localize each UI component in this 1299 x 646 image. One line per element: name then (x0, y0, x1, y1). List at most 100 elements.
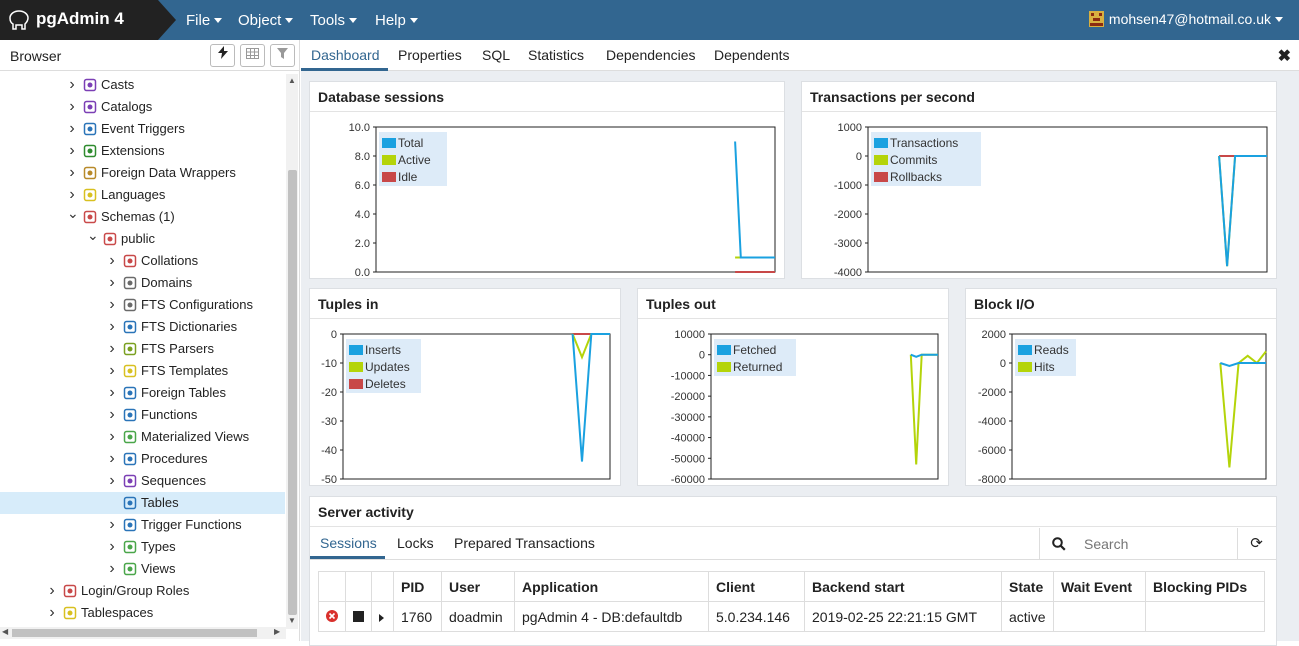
chevron-right-icon[interactable]: › (107, 338, 117, 360)
tree-node[interactable]: › Tablespaces (0, 602, 285, 624)
tree-node[interactable]: Tables (0, 492, 285, 514)
tree-vertical-scrollbar[interactable]: ▲ ▼ (286, 74, 298, 629)
tree-node[interactable]: › Languages (0, 184, 285, 206)
chevron-right-icon[interactable]: › (107, 514, 117, 536)
tree-node[interactable]: ⌄ public (0, 227, 285, 250)
tab-prepared-transactions[interactable]: Prepared Transactions (454, 535, 595, 551)
tree-node-label: FTS Parsers (141, 341, 214, 356)
tree-horizontal-scrollbar[interactable]: ◀ ▶ (0, 627, 286, 639)
col-wait-event[interactable]: Wait Event (1053, 571, 1146, 602)
chevron-right-icon[interactable]: › (47, 580, 57, 602)
tree-node[interactable]: › FTS Templates (0, 360, 285, 382)
tree-node[interactable]: ⌄ Schemas (1) (0, 205, 285, 228)
chevron-right-icon[interactable]: › (107, 536, 117, 558)
search-box[interactable] (1039, 528, 1237, 560)
chevron-right-icon[interactable]: › (107, 382, 117, 404)
tree-node[interactable]: › Views (0, 558, 285, 580)
tab-sessions[interactable]: Sessions (320, 535, 377, 551)
schemas-icon (83, 210, 97, 224)
chevron-right-icon[interactable]: › (67, 118, 77, 140)
chevron-right-icon[interactable]: › (107, 250, 117, 272)
tree-node[interactable]: › Collations (0, 250, 285, 272)
tab-sql[interactable]: SQL (482, 47, 510, 63)
chevron-right-icon[interactable]: › (47, 602, 57, 624)
lightning-icon (217, 46, 228, 59)
tab-locks[interactable]: Locks (397, 535, 434, 551)
languages-icon (83, 188, 97, 202)
menu-tools[interactable]: Tools (310, 12, 358, 29)
col-backend-start[interactable]: Backend start (804, 571, 1002, 602)
user-menu[interactable]: mohsen47@hotmail.co.uk (1088, 11, 1283, 27)
collations-icon (123, 254, 137, 268)
tree-node[interactable]: › Catalogs (0, 96, 285, 118)
tab-properties[interactable]: Properties (398, 47, 462, 63)
chevron-right-icon[interactable]: › (107, 272, 117, 294)
legend-swatch (717, 345, 731, 355)
legend-label: Fetched (733, 343, 776, 357)
legend-swatch (349, 345, 363, 355)
chevron-right-icon[interactable]: › (67, 74, 77, 96)
search-input[interactable] (1084, 534, 1224, 554)
chevron-right-icon[interactable]: › (67, 162, 77, 184)
tab-dashboard[interactable]: Dashboard (311, 47, 380, 63)
tree-node[interactable]: › FTS Parsers (0, 338, 285, 360)
chevron-down-icon[interactable]: ⌄ (87, 224, 99, 246)
chevron-right-icon[interactable]: › (67, 96, 77, 118)
chevron-right-icon[interactable]: › (107, 426, 117, 448)
tree-node[interactable]: › Event Triggers (0, 118, 285, 140)
chevron-right-icon[interactable]: › (107, 404, 117, 426)
fts-templates-icon (123, 364, 137, 378)
close-icon[interactable]: ✖ (1278, 46, 1291, 66)
tree-node[interactable]: › Materialized Views (0, 426, 285, 448)
tree-node[interactable]: › Sequences (0, 470, 285, 492)
tree-node[interactable]: › Foreign Data Wrappers (0, 162, 285, 184)
chevron-down-icon[interactable]: ⌄ (67, 202, 79, 224)
procedures-icon (123, 452, 137, 466)
tree-node[interactable]: › Functions (0, 404, 285, 426)
query-tool-button[interactable] (210, 44, 235, 67)
legend-label: Commits (890, 153, 937, 167)
tree-node[interactable]: › Types (0, 536, 285, 558)
chevron-right-icon[interactable]: › (107, 360, 117, 382)
app-logo[interactable]: pgAdmin 4 (0, 0, 176, 40)
chevron-right-icon[interactable]: › (107, 316, 117, 338)
chevron-right-icon[interactable]: › (107, 558, 117, 580)
tree-node[interactable]: › Domains (0, 272, 285, 294)
chevron-right-icon[interactable]: › (107, 448, 117, 470)
schema-icon (103, 232, 117, 246)
tab-dependencies[interactable]: Dependencies (606, 47, 696, 63)
tab-statistics[interactable]: Statistics (528, 47, 584, 63)
y-tick-label: 0 (1000, 358, 1006, 370)
tree-node[interactable]: › Procedures (0, 448, 285, 470)
chevron-right-icon[interactable]: › (107, 294, 117, 316)
tree-node[interactable]: › Extensions (0, 140, 285, 162)
col-application[interactable]: Application (514, 571, 709, 602)
expand-row-button[interactable] (371, 601, 394, 632)
menu-file[interactable]: File (186, 12, 223, 29)
cancel-query-button[interactable] (345, 601, 372, 632)
filter-button[interactable] (270, 44, 295, 67)
tree-node[interactable]: › FTS Configurations (0, 294, 285, 316)
col-client[interactable]: Client (708, 571, 805, 602)
chevron-right-icon[interactable]: › (107, 470, 117, 492)
menu-object[interactable]: Object (238, 12, 294, 29)
tree-node[interactable]: › FTS Dictionaries (0, 316, 285, 338)
y-tick-label: -40 (321, 445, 337, 457)
menu-help[interactable]: Help (375, 12, 418, 29)
tab-dependents[interactable]: Dependents (714, 47, 790, 63)
tree-node[interactable]: › Foreign Tables (0, 382, 285, 404)
legend-swatch (1018, 362, 1032, 372)
col-state[interactable]: State (1001, 571, 1054, 602)
refresh-button[interactable]: ⟳ (1237, 528, 1275, 560)
tree-node[interactable]: › Casts (0, 74, 285, 96)
tree-node[interactable]: › Login/Group Roles (0, 580, 285, 602)
terminate-session-button[interactable] (318, 601, 346, 632)
col-pid[interactable]: PID (393, 571, 442, 602)
tree-node[interactable]: › Trigger Functions (0, 514, 285, 536)
legend-swatch (717, 362, 731, 372)
view-data-button[interactable] (240, 44, 265, 67)
col-user[interactable]: User (441, 571, 515, 602)
chevron-right-icon[interactable]: › (67, 140, 77, 162)
col-blocking-pids[interactable]: Blocking PIDs (1145, 571, 1265, 602)
legend-swatch (349, 362, 363, 372)
